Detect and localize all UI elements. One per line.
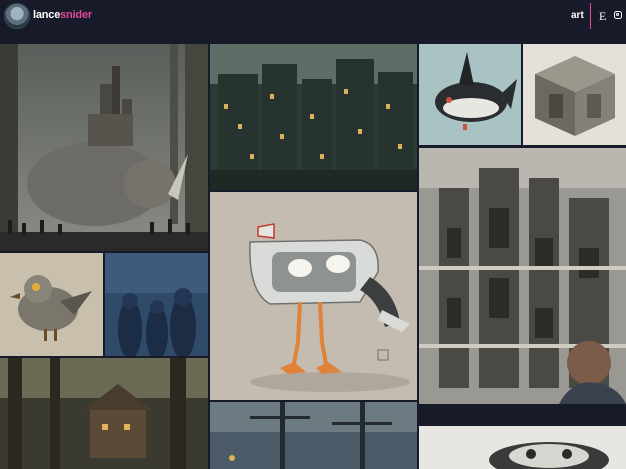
gallery-item-tree-house[interactable]: [0, 358, 208, 469]
gallery-item-mechanical-orca[interactable]: [419, 44, 521, 145]
nav-divider: [590, 3, 591, 29]
site-logo[interactable]: lancesnider: [33, 9, 92, 21]
instagram-icon[interactable]: [614, 11, 622, 19]
nav-art-link[interactable]: art: [571, 10, 584, 21]
gallery-item-stone-cube[interactable]: [523, 44, 626, 145]
site-name-part1: lance: [33, 9, 61, 21]
gallery-item-blue-figures[interactable]: [105, 253, 208, 356]
gallery-item-skeleton[interactable]: [419, 426, 626, 469]
etsy-icon[interactable]: E: [599, 9, 606, 24]
gallery-item-rhino-fortress[interactable]: [0, 44, 208, 251]
site-header: lancesnider art E: [0, 0, 626, 33]
gallery-item-night-city[interactable]: [210, 44, 417, 190]
gallery-item-robot-bird[interactable]: [0, 253, 103, 356]
site-name-part2: snider: [60, 9, 92, 21]
gallery-item-cathedral-drawing[interactable]: [419, 148, 626, 404]
gallery-item-ship-masts[interactable]: [210, 402, 417, 469]
gallery-item-seagull-machine[interactable]: [210, 192, 417, 400]
avatar[interactable]: [4, 3, 30, 29]
